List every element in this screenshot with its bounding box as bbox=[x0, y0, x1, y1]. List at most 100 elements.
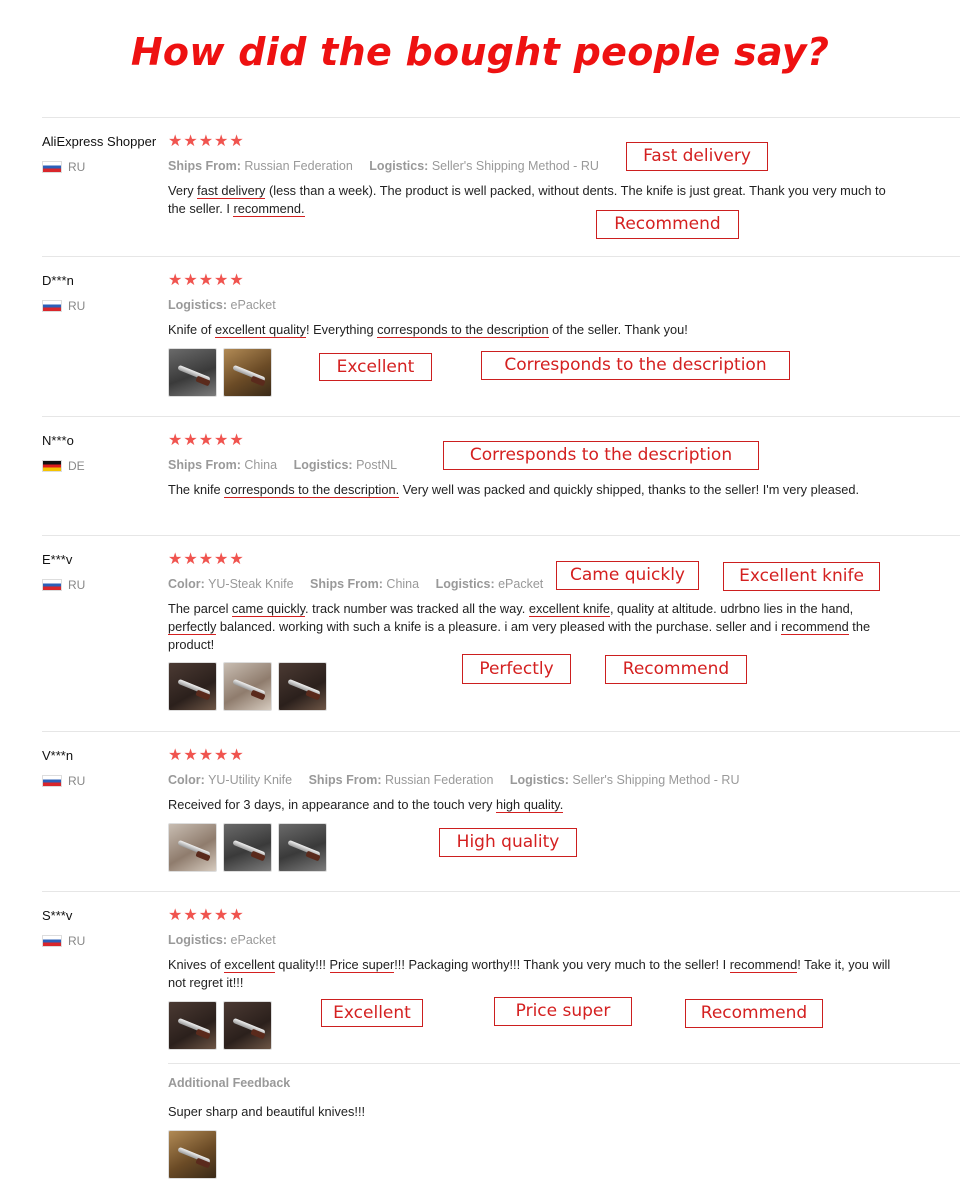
reviewer-country: RU bbox=[42, 299, 85, 313]
callout-excellent: Excellent bbox=[321, 999, 423, 1027]
star-rating: ★★★★★ bbox=[168, 747, 245, 764]
logistics-value: ePacket bbox=[230, 298, 276, 312]
callout-corresponds-description: Corresponds to the description bbox=[443, 441, 759, 470]
review-text: Very fast delivery (less than a week). T… bbox=[168, 183, 886, 217]
review-photo-thumbnail[interactable] bbox=[223, 823, 272, 872]
logistics-value: PostNL bbox=[356, 458, 398, 472]
reviewer-name: S***v bbox=[42, 908, 73, 923]
review-item: D***n RU ★★★★★ Logistics: ePacket Knife … bbox=[42, 256, 960, 416]
callout-perfectly: Perfectly bbox=[462, 654, 571, 684]
review-meta: Color: YU-Steak Knife Ships From: China … bbox=[168, 577, 556, 591]
review-item: V***n RU ★★★★★ Color: YU-Utility Knife S… bbox=[42, 731, 960, 891]
review-meta: Logistics: ePacket bbox=[168, 298, 289, 312]
review-photo-thumbnail[interactable] bbox=[168, 823, 217, 872]
logistics-label: Logistics: bbox=[369, 159, 429, 173]
germany-flag-icon bbox=[42, 460, 62, 472]
logistics-value: ePacket bbox=[230, 933, 276, 947]
review-photo-thumbnail[interactable] bbox=[168, 1001, 217, 1050]
callout-excellent-knife: Excellent knife bbox=[723, 562, 880, 591]
russia-flag-icon bbox=[42, 775, 62, 787]
logistics-value: ePacket bbox=[498, 577, 544, 591]
callout-excellent: Excellent bbox=[319, 353, 432, 381]
star-rating: ★★★★★ bbox=[168, 432, 245, 449]
review-text: The parcel came quickly. track number wa… bbox=[168, 601, 871, 652]
callout-fast-delivery: Fast delivery bbox=[626, 142, 768, 171]
callout-came-quickly: Came quickly bbox=[556, 561, 699, 590]
logistics-value: Seller's Shipping Method - RU bbox=[431, 159, 599, 173]
reviewer-country: RU bbox=[42, 934, 85, 948]
review-meta: Ships From: China Logistics: PostNL bbox=[168, 458, 410, 472]
review-photo-thumbnail[interactable] bbox=[168, 1130, 217, 1179]
ships-from-value: China bbox=[386, 577, 420, 591]
review-item: AliExpress Shopper RU ★★★★★ Ships From: … bbox=[42, 117, 960, 256]
ships-from-value: Russian Federation bbox=[244, 159, 353, 173]
color-label: Color: bbox=[168, 577, 205, 591]
reviewer-name: N***o bbox=[42, 433, 74, 448]
reviewer-country: DE bbox=[42, 459, 85, 473]
review-photo-thumbnail[interactable] bbox=[223, 662, 272, 711]
reviewer-country: RU bbox=[42, 160, 85, 174]
russia-flag-icon bbox=[42, 161, 62, 173]
callout-corresponds-description: Corresponds to the description bbox=[481, 351, 790, 380]
review-meta: Ships From: Russian Federation Logistics… bbox=[168, 159, 612, 173]
callout-recommend: Recommend bbox=[685, 999, 823, 1028]
logistics-label: Logistics: bbox=[509, 773, 569, 787]
logistics-label: Logistics: bbox=[168, 298, 228, 312]
reviewer-name: AliExpress Shopper bbox=[42, 134, 157, 149]
review-photo-thumbnail[interactable] bbox=[168, 662, 217, 711]
country-code: RU bbox=[68, 160, 86, 174]
logistics-label: Logistics: bbox=[435, 577, 495, 591]
additional-feedback-heading: Additional Feedback bbox=[168, 1076, 291, 1090]
review-photo-thumbnail[interactable] bbox=[278, 662, 327, 711]
callout-recommend: Recommend bbox=[596, 210, 739, 239]
review-text: The knife corresponds to the description… bbox=[168, 482, 860, 498]
ships-from-label: Ships From: bbox=[168, 159, 241, 173]
color-value: YU-Utility Knife bbox=[208, 773, 293, 787]
color-value: YU-Steak Knife bbox=[208, 577, 294, 591]
review-photos bbox=[168, 662, 327, 711]
star-rating: ★★★★★ bbox=[168, 907, 245, 924]
color-label: Color: bbox=[168, 773, 205, 787]
ships-from-label: Ships From: bbox=[308, 773, 382, 787]
country-code: RU bbox=[68, 774, 86, 788]
callout-price-super: Price super bbox=[494, 997, 632, 1026]
russia-flag-icon bbox=[42, 935, 62, 947]
review-photos bbox=[168, 348, 272, 397]
ships-from-label: Ships From: bbox=[168, 458, 241, 472]
review-text: Knives of excellent quality!!! Price sup… bbox=[168, 957, 891, 990]
country-code: RU bbox=[68, 578, 86, 592]
callout-recommend: Recommend bbox=[605, 655, 747, 684]
star-rating: ★★★★★ bbox=[168, 272, 245, 289]
review-photo-thumbnail[interactable] bbox=[223, 348, 272, 397]
review-photo-thumbnail[interactable] bbox=[223, 1001, 272, 1050]
ships-from-value: China bbox=[244, 458, 278, 472]
ships-from-value: Russian Federation bbox=[385, 773, 494, 787]
country-code: RU bbox=[68, 934, 86, 948]
country-code: RU bbox=[68, 299, 86, 313]
additional-feedback-divider bbox=[168, 1063, 960, 1064]
logistics-label: Logistics: bbox=[168, 933, 228, 947]
logistics-label: Logistics: bbox=[293, 458, 353, 472]
russia-flag-icon bbox=[42, 300, 62, 312]
callout-high-quality: High quality bbox=[439, 828, 577, 857]
review-photo-thumbnail[interactable] bbox=[168, 348, 217, 397]
review-meta: Color: YU-Utility Knife Ships From: Russ… bbox=[168, 773, 752, 787]
additional-feedback-photos bbox=[168, 1130, 217, 1179]
reviewer-name: D***n bbox=[42, 273, 74, 288]
additional-feedback-text: Super sharp and beautiful knives!!! bbox=[168, 1104, 366, 1119]
reviewer-name: E***v bbox=[42, 552, 73, 567]
review-item: N***o DE ★★★★★ Ships From: China Logisti… bbox=[42, 416, 960, 535]
review-text: Knife of excellent quality! Everything c… bbox=[168, 322, 688, 338]
ships-from-label: Ships From: bbox=[310, 577, 383, 591]
review-meta: Logistics: ePacket bbox=[168, 933, 289, 947]
review-photos bbox=[168, 823, 327, 872]
russia-flag-icon bbox=[42, 579, 62, 591]
star-rating: ★★★★★ bbox=[168, 551, 245, 568]
reviewer-name: V***n bbox=[42, 748, 74, 763]
logistics-value: Seller's Shipping Method - RU bbox=[572, 773, 740, 787]
country-code: DE bbox=[68, 459, 85, 473]
review-photo-thumbnail[interactable] bbox=[278, 823, 327, 872]
reviewer-country: RU bbox=[42, 774, 85, 788]
star-rating: ★★★★★ bbox=[168, 133, 245, 150]
review-photos bbox=[168, 1001, 272, 1050]
